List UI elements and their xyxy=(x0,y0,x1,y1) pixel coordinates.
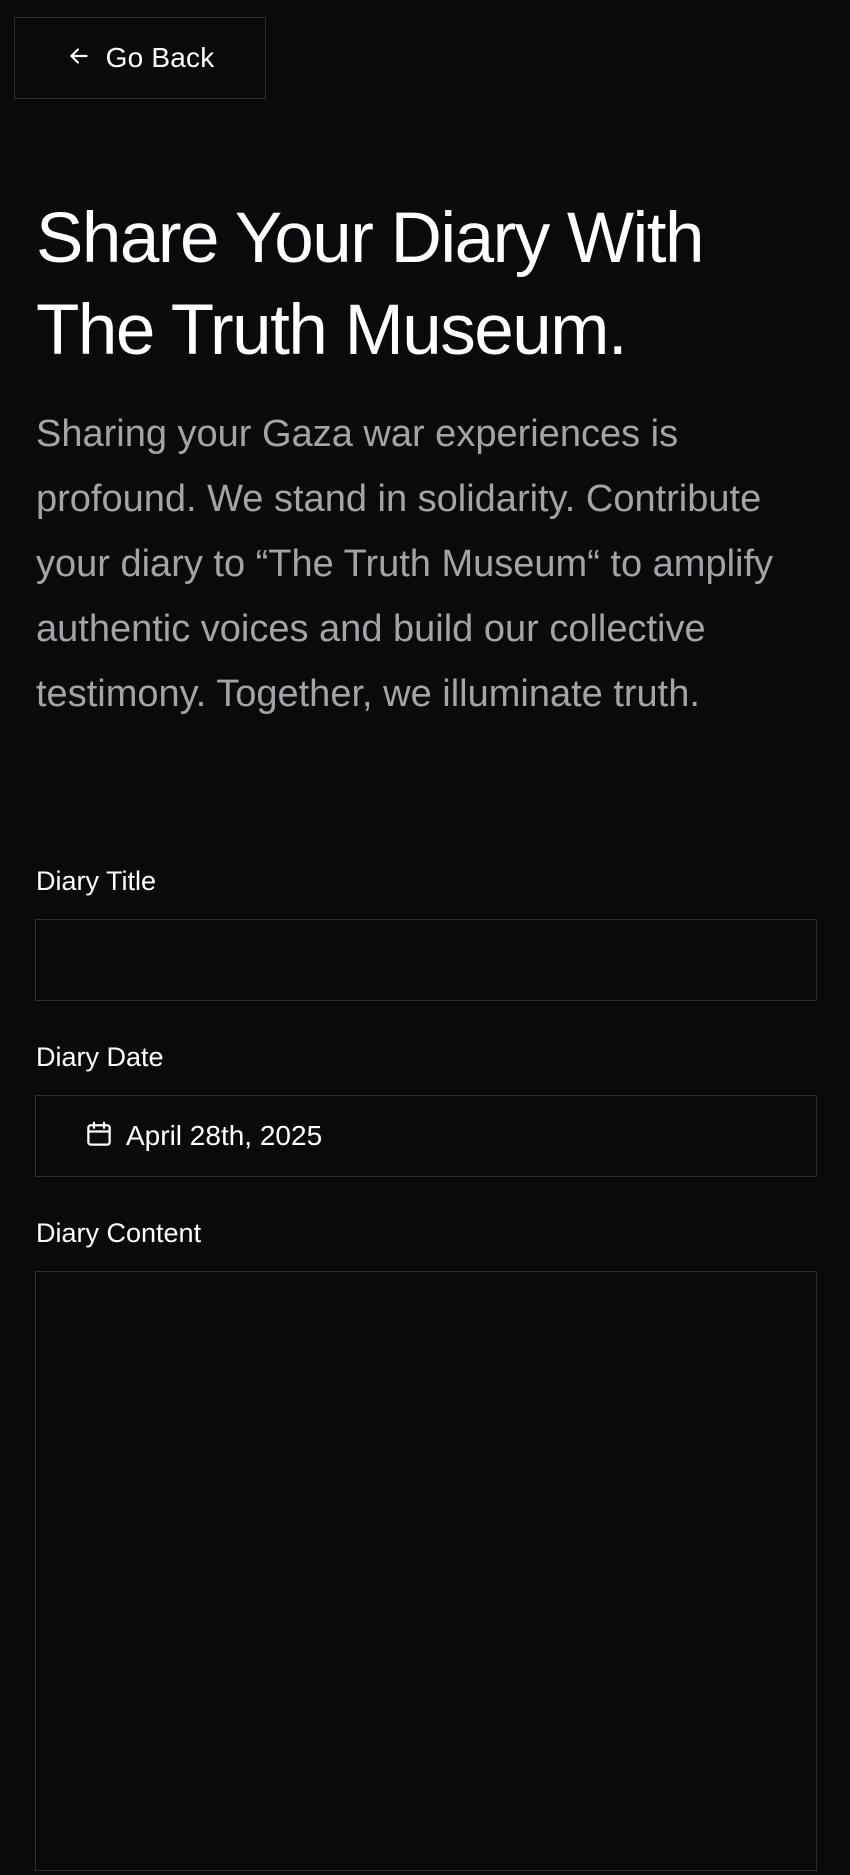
page-title: Share Your Diary With The Truth Museum. xyxy=(36,199,705,370)
go-back-label: Go Back xyxy=(105,42,215,73)
diary-title-label: Diary Title xyxy=(36,866,157,896)
diary-title-field[interactable] xyxy=(35,919,817,1001)
diary-date-value: April 28th, 2025 xyxy=(126,1120,323,1151)
diary-title-input[interactable] xyxy=(36,920,816,1000)
calendar-icon xyxy=(84,1119,114,1154)
diary-content-textarea[interactable] xyxy=(36,1272,816,1870)
diary-date-picker[interactable]: April 28th, 2025 xyxy=(35,1095,817,1177)
diary-content-label: Diary Content xyxy=(36,1218,202,1248)
diary-date-label: Diary Date xyxy=(36,1042,164,1072)
go-back-button[interactable]: Go Back xyxy=(14,17,266,99)
diary-content-field[interactable] xyxy=(35,1271,817,1871)
intro-paragraph: Sharing your Gaza war experiences is pro… xyxy=(36,413,774,715)
arrow-left-icon xyxy=(66,43,92,74)
